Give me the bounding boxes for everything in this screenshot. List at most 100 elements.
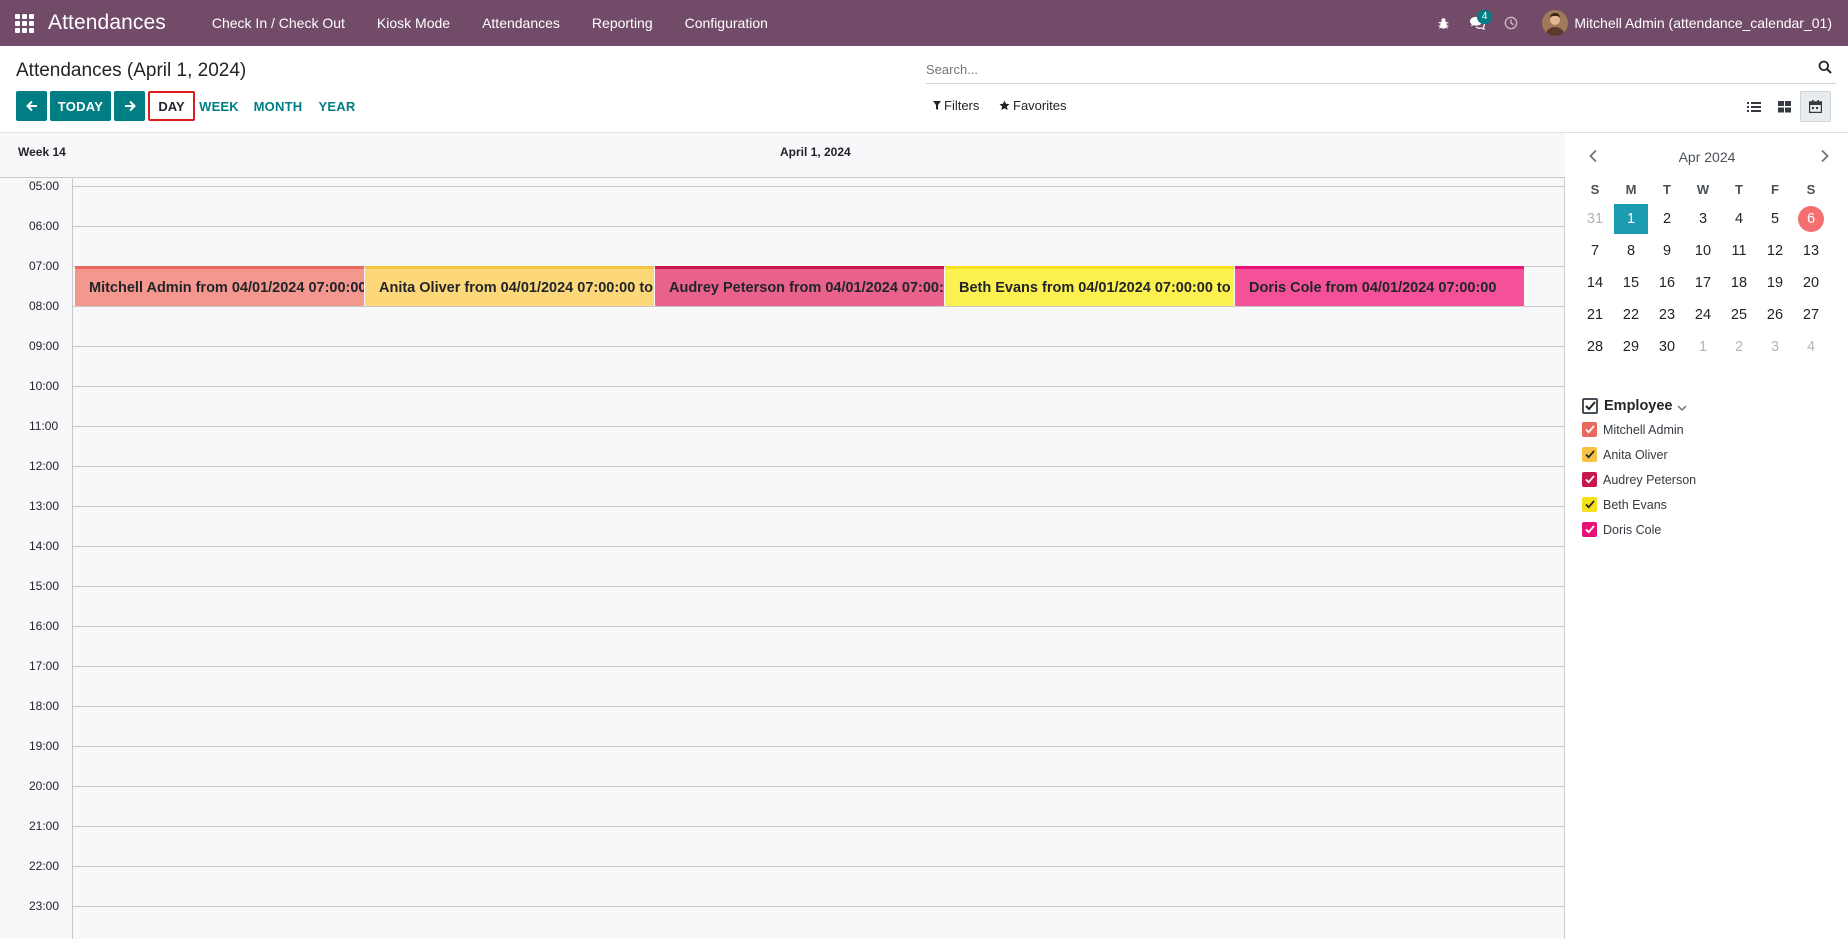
filters-button[interactable]: Filters xyxy=(933,98,979,113)
mini-calendar-day[interactable]: 4 xyxy=(1721,204,1757,234)
today-button[interactable]: TODAY xyxy=(50,91,111,121)
search-icon[interactable] xyxy=(1818,60,1832,74)
employee-checkbox[interactable] xyxy=(1582,472,1597,487)
hour-row[interactable]: 11:00 xyxy=(0,419,1565,466)
employee-checkbox[interactable] xyxy=(1582,447,1597,462)
hour-row[interactable]: 20:00 xyxy=(0,779,1565,826)
user-avatar[interactable] xyxy=(1542,10,1569,36)
employee-filter-item[interactable]: Anita Oliver xyxy=(1582,442,1842,467)
attendance-event[interactable]: Audrey Peterson from 04/01/2024 07:00:00 xyxy=(655,266,944,306)
employee-filter-item[interactable]: Audrey Peterson xyxy=(1582,467,1842,492)
mini-calendar-day[interactable]: 20 xyxy=(1793,268,1829,298)
mini-calendar-day[interactable]: 11 xyxy=(1721,236,1757,266)
employee-checkbox[interactable] xyxy=(1582,522,1597,537)
employee-filter-item[interactable]: Doris Cole xyxy=(1582,517,1842,542)
hour-row[interactable]: 05:00 xyxy=(0,179,1565,226)
scale-year-button[interactable]: YEAR xyxy=(314,91,360,121)
menu-configuration[interactable]: Configuration xyxy=(669,15,784,31)
mini-calendar-day[interactable]: 23 xyxy=(1649,300,1685,330)
hour-row[interactable]: 18:00 xyxy=(0,699,1565,746)
mini-calendar-day[interactable]: 25 xyxy=(1721,300,1757,330)
hour-row[interactable]: 14:00 xyxy=(0,539,1565,586)
attendance-event[interactable]: Beth Evans from 04/01/2024 07:00:00 to xyxy=(945,266,1234,306)
apps-menu-icon[interactable] xyxy=(0,0,48,46)
hour-row[interactable]: 21:00 xyxy=(0,819,1565,866)
attendance-event[interactable]: Anita Oliver from 04/01/2024 07:00:00 to xyxy=(365,266,654,306)
mini-calendar-day[interactable]: 14 xyxy=(1577,268,1613,298)
mini-calendar-day[interactable]: 19 xyxy=(1757,268,1793,298)
hour-row[interactable]: 12:00 xyxy=(0,459,1565,506)
hour-row[interactable]: 06:00 xyxy=(0,219,1565,266)
next-button[interactable] xyxy=(114,91,145,121)
mini-calendar-day[interactable]: 7 xyxy=(1577,236,1613,266)
mini-calendar-day[interactable]: 2 xyxy=(1649,204,1685,234)
scale-day-button[interactable]: DAY xyxy=(148,91,195,121)
menu-kiosk-mode[interactable]: Kiosk Mode xyxy=(361,15,466,31)
calendar-view-button[interactable] xyxy=(1800,91,1831,122)
user-menu[interactable]: Mitchell Admin (attendance_calendar_01) xyxy=(1574,15,1832,31)
list-view-button[interactable] xyxy=(1738,91,1769,122)
mini-calendar-day[interactable]: 31 xyxy=(1577,204,1613,234)
mini-calendar-day[interactable]: 1 xyxy=(1685,332,1721,362)
mini-calendar-day[interactable]: 5 xyxy=(1757,204,1793,234)
mini-calendar-day[interactable]: 24 xyxy=(1685,300,1721,330)
employee-filter-item[interactable]: Beth Evans xyxy=(1582,492,1842,517)
chevron-right-icon[interactable] xyxy=(1820,149,1830,163)
hour-row[interactable]: 13:00 xyxy=(0,499,1565,546)
mini-calendar-day[interactable]: 6 xyxy=(1793,204,1829,234)
menu-attendances[interactable]: Attendances xyxy=(466,15,576,31)
hour-row[interactable]: 22:00 xyxy=(0,859,1565,906)
mini-calendar-day[interactable]: 1 xyxy=(1613,204,1649,234)
mini-calendar-day[interactable]: 27 xyxy=(1793,300,1829,330)
messages-chat-icon[interactable]: 4 xyxy=(1460,0,1494,46)
hour-row[interactable]: 15:00 xyxy=(0,579,1565,626)
previous-button[interactable] xyxy=(16,91,47,121)
employee-filter-item[interactable]: Mitchell Admin xyxy=(1582,417,1842,442)
kanban-view-button[interactable] xyxy=(1769,91,1800,122)
app-brand[interactable]: Attendances xyxy=(48,11,166,35)
employee-filter-header[interactable]: Employee xyxy=(1582,395,1842,417)
mini-calendar-day[interactable]: 26 xyxy=(1757,300,1793,330)
hour-row[interactable]: 23:00 xyxy=(0,899,1565,939)
activity-clock-icon[interactable] xyxy=(1494,0,1528,46)
employee-checkbox[interactable] xyxy=(1582,422,1597,437)
hour-row[interactable]: 16:00 xyxy=(0,619,1565,666)
hour-row[interactable]: 10:00 xyxy=(0,379,1565,426)
hour-row[interactable]: 08:00 xyxy=(0,299,1565,346)
hour-row[interactable]: 09:00 xyxy=(0,339,1565,386)
mini-calendar-day[interactable]: 18 xyxy=(1721,268,1757,298)
employee-checkbox[interactable] xyxy=(1582,497,1597,512)
scale-month-button[interactable]: MONTH xyxy=(248,91,308,121)
search-input[interactable] xyxy=(926,56,1786,82)
scale-week-button[interactable]: WEEK xyxy=(196,91,242,121)
mini-calendar-day[interactable]: 15 xyxy=(1613,268,1649,298)
mini-calendar-day[interactable]: 9 xyxy=(1649,236,1685,266)
mini-calendar-day[interactable]: 21 xyxy=(1577,300,1613,330)
debug-bug-icon[interactable] xyxy=(1426,0,1460,46)
mini-calendar-day[interactable]: 29 xyxy=(1613,332,1649,362)
mini-calendar-day[interactable]: 17 xyxy=(1685,268,1721,298)
employee-filter-all-checkbox[interactable] xyxy=(1582,398,1598,414)
menu-reporting[interactable]: Reporting xyxy=(576,15,669,31)
day-column-header[interactable]: April 1, 2024 xyxy=(780,145,851,159)
menu-check-in-out[interactable]: Check In / Check Out xyxy=(196,15,361,31)
mini-calendar-day[interactable]: 28 xyxy=(1577,332,1613,362)
time-grid[interactable]: 05:00 06:00 07:00 08:00 09:00 10:00 11:00 12:00… xyxy=(0,178,1565,939)
mini-calendar-day[interactable]: 4 xyxy=(1793,332,1829,362)
mini-calendar-day[interactable]: 10 xyxy=(1685,236,1721,266)
favorites-button[interactable]: Favorites xyxy=(999,98,1066,113)
hour-row[interactable]: 19:00 xyxy=(0,739,1565,786)
hour-row[interactable]: 17:00 xyxy=(0,659,1565,706)
mini-calendar-day[interactable]: 22 xyxy=(1613,300,1649,330)
attendance-event[interactable]: Mitchell Admin from 04/01/2024 07:00:00 xyxy=(75,266,364,306)
mini-calendar-day[interactable]: 16 xyxy=(1649,268,1685,298)
chevron-down-icon[interactable] xyxy=(1676,403,1688,413)
mini-calendar-day[interactable]: 3 xyxy=(1685,204,1721,234)
mini-calendar-day[interactable]: 30 xyxy=(1649,332,1685,362)
attendance-event[interactable]: Doris Cole from 04/01/2024 07:00:00 xyxy=(1235,266,1524,306)
mini-calendar-day[interactable]: 13 xyxy=(1793,236,1829,266)
mini-calendar-day[interactable]: 2 xyxy=(1721,332,1757,362)
mini-calendar-day[interactable]: 3 xyxy=(1757,332,1793,362)
mini-calendar-day[interactable]: 12 xyxy=(1757,236,1793,266)
mini-calendar-day[interactable]: 8 xyxy=(1613,236,1649,266)
